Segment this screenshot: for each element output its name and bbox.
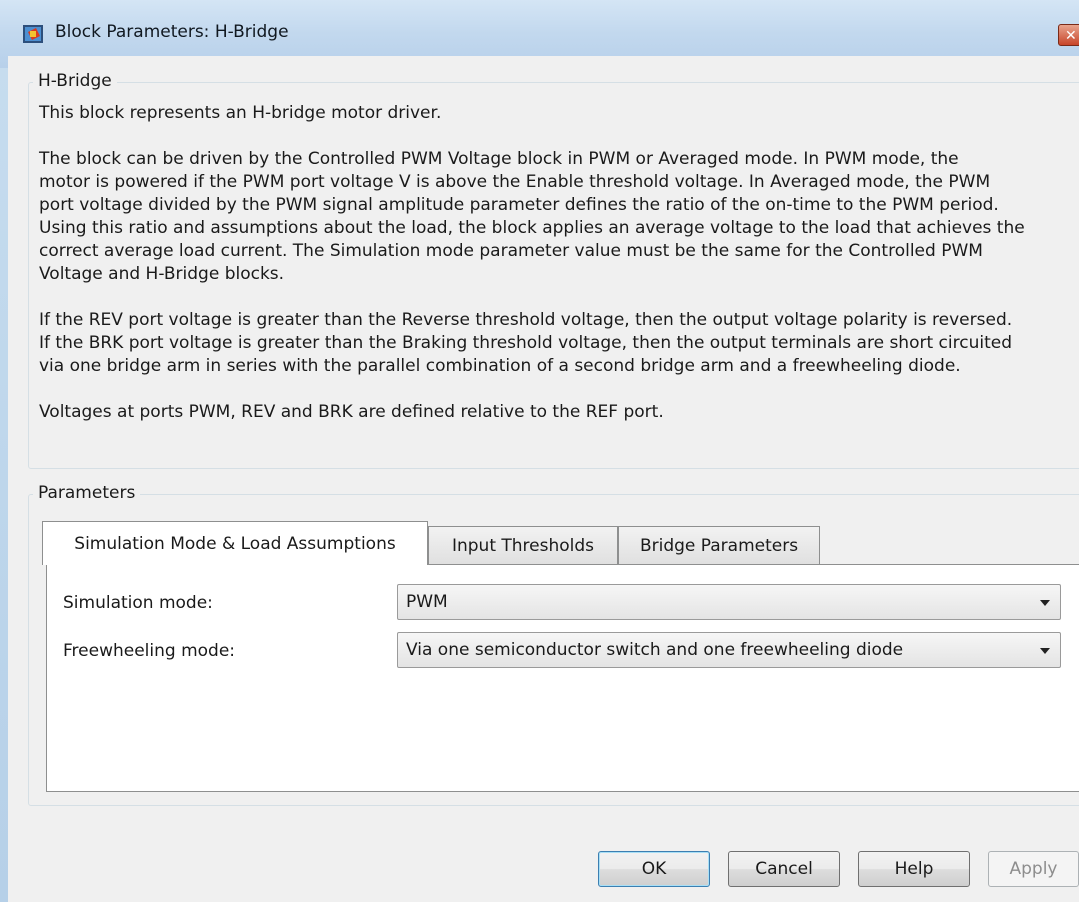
description-line: Using this ratio and assumptions about t… <box>39 218 1025 238</box>
description-line <box>39 378 1025 401</box>
description-line: If the BRK port voltage is greater than … <box>39 333 1012 353</box>
apply-button[interactable]: Apply <box>988 851 1079 887</box>
description-line: This block represents an H-bridge motor … <box>39 103 442 123</box>
description-line: port voltage divided by the PWM signal a… <box>39 195 999 215</box>
description-line: Voltages at ports PWM, REV and BRK are d… <box>39 402 664 422</box>
tab-panel: Simulation mode: PWM Freewheeling mode: … <box>46 564 1079 792</box>
close-icon: ✕ <box>1065 28 1077 44</box>
block-group-legend: H-Bridge <box>33 71 117 91</box>
description-line: correct average load current. The Simula… <box>39 241 983 261</box>
description-line <box>39 286 1025 309</box>
freewheeling-mode-select[interactable]: Via one semiconductor switch and one fre… <box>397 632 1061 668</box>
simulation-mode-label: Simulation mode: <box>63 593 213 613</box>
simulation-mode-value: PWM <box>406 592 448 612</box>
ok-button[interactable]: OK <box>598 851 710 887</box>
simulation-mode-select[interactable]: PWM <box>397 584 1061 620</box>
close-button[interactable]: ✕ <box>1058 24 1079 46</box>
freewheeling-mode-label: Freewheeling mode: <box>63 641 236 661</box>
description-line: Voltage and H-Bridge blocks. <box>39 264 285 284</box>
window-title: Block Parameters: H-Bridge <box>55 22 289 42</box>
description-line: The block can be driven by the Controlle… <box>39 149 959 169</box>
description-line: via one bridge arm in series with the pa… <box>39 356 961 376</box>
description-line: motor is powered if the PWM port voltage… <box>39 172 991 192</box>
description-line: If the REV port voltage is greater than … <box>39 310 1013 330</box>
chevron-down-icon <box>1040 600 1050 606</box>
parameters-group-legend: Parameters <box>33 483 141 503</box>
tab-simulation-mode[interactable]: Simulation Mode & Load Assumptions <box>42 521 428 565</box>
freewheeling-mode-value: Via one semiconductor switch and one fre… <box>406 640 904 660</box>
cancel-button[interactable]: Cancel <box>728 851 840 887</box>
tab-input-thresholds[interactable]: Input Thresholds <box>428 526 618 564</box>
description-line <box>39 125 1025 148</box>
block-description: This block represents an H-bridge motor … <box>39 102 1025 424</box>
simulink-block-icon <box>23 25 43 43</box>
dialog-window: Block Parameters: H-Bridge ✕ H-Bridge Th… <box>0 0 1079 902</box>
chevron-down-icon <box>1040 648 1050 654</box>
help-button[interactable]: Help <box>858 851 970 887</box>
tab-bridge-parameters[interactable]: Bridge Parameters <box>618 526 820 564</box>
dialog-client-area: H-Bridge This block represents an H-brid… <box>8 56 1079 902</box>
